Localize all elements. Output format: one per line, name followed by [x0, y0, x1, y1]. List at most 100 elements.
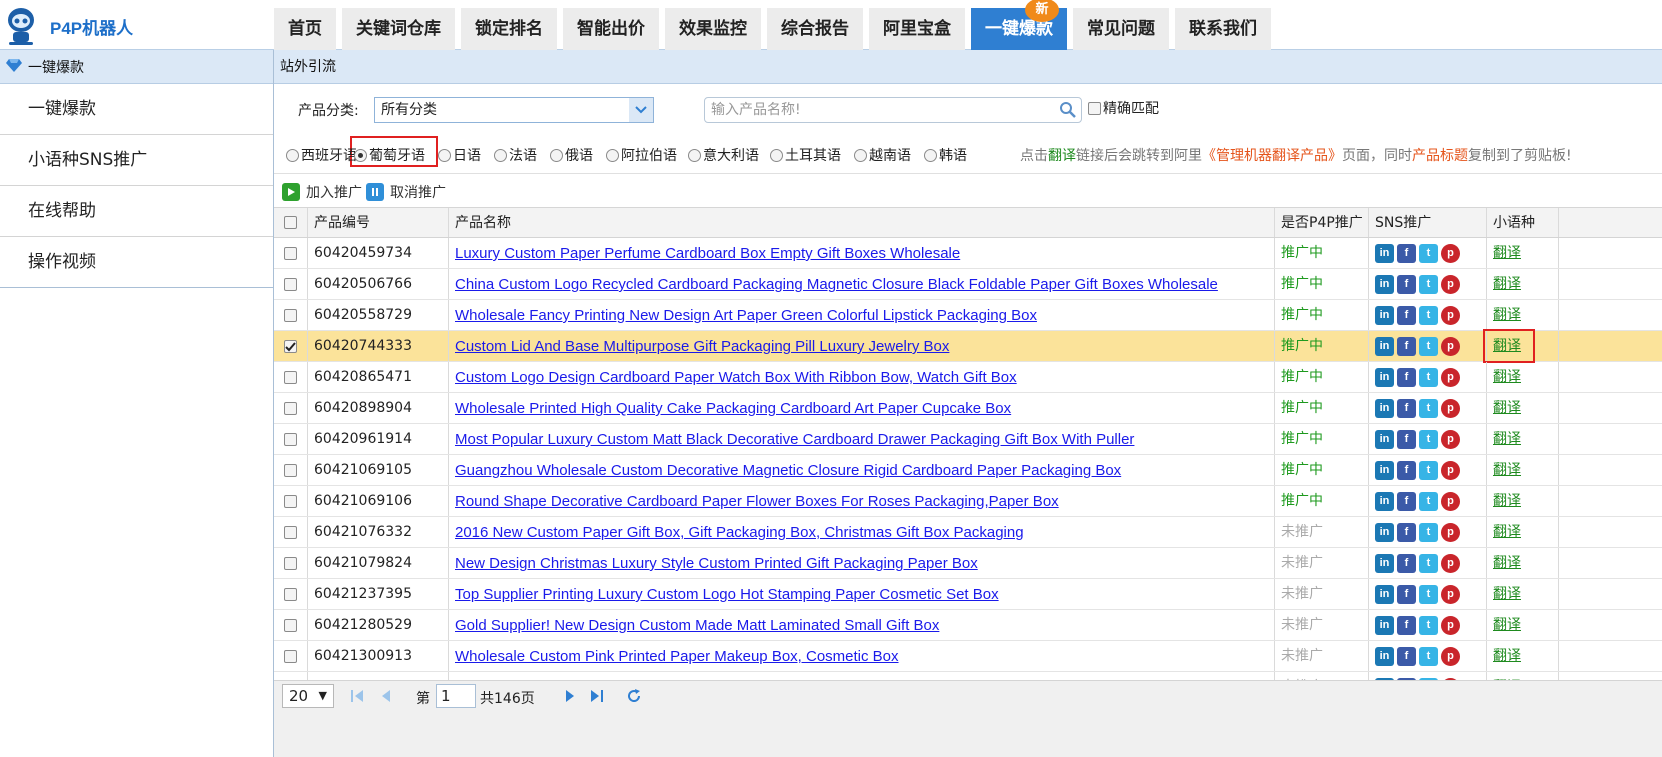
language-radio[interactable]: [688, 148, 701, 162]
language-radio[interactable]: [354, 148, 367, 162]
pinterest-icon[interactable]: p: [1441, 305, 1460, 325]
twitter-icon[interactable]: t: [1419, 398, 1438, 418]
row-checkbox-box[interactable]: [284, 308, 297, 322]
language-option[interactable]: 意大利语: [688, 145, 759, 165]
language-option[interactable]: 韩语: [924, 145, 967, 165]
language-radio[interactable]: [494, 148, 507, 162]
language-option[interactable]: 西班牙语: [286, 145, 357, 165]
table-row[interactable]: 60421237395 Top Supplier Printing Luxury …: [274, 579, 1662, 610]
nav-tab[interactable]: 阿里宝盒: [869, 8, 965, 50]
facebook-icon[interactable]: f: [1397, 646, 1416, 666]
row-checkbox-box[interactable]: [284, 556, 297, 570]
translate-link[interactable]: 翻译: [1493, 617, 1521, 633]
nav-tab[interactable]: 一键爆款新: [971, 0, 1067, 50]
translate-link[interactable]: 翻译: [1493, 245, 1521, 261]
linkedin-icon[interactable]: in: [1375, 553, 1394, 573]
translate-link[interactable]: 翻译: [1493, 648, 1521, 664]
product-name-link[interactable]: Top Supplier Printing Luxury Custom Logo…: [455, 586, 999, 603]
linkedin-icon[interactable]: in: [1375, 305, 1394, 325]
language-radio[interactable]: [550, 148, 563, 162]
twitter-icon[interactable]: t: [1419, 274, 1438, 294]
row-checkbox-box[interactable]: [284, 246, 297, 260]
linkedin-icon[interactable]: in: [1375, 336, 1394, 356]
row-checkbox-box[interactable]: [284, 401, 297, 415]
row-checkbox[interactable]: [274, 486, 308, 516]
select-all-box[interactable]: [284, 216, 297, 229]
table-row[interactable]: 60420744333 Custom Lid And Base Multipurp…: [274, 331, 1662, 362]
language-radio[interactable]: [286, 148, 299, 162]
page-size-select[interactable]: 20 ▼: [282, 684, 334, 708]
pinterest-icon[interactable]: p: [1441, 615, 1460, 635]
prev-page-icon[interactable]: [380, 688, 392, 708]
translate-link[interactable]: 翻译: [1493, 400, 1521, 416]
cancel-promotion-button[interactable]: 取消推广: [366, 182, 446, 202]
sidebar-item-hot-product[interactable]: 一键爆款: [0, 84, 273, 135]
language-radio[interactable]: [854, 148, 867, 162]
table-row[interactable]: 60421300913 Wholesale Custom Pink Printed…: [274, 641, 1662, 672]
pinterest-icon[interactable]: p: [1441, 460, 1460, 480]
translate-link[interactable]: 翻译: [1493, 493, 1521, 509]
facebook-icon[interactable]: f: [1397, 336, 1416, 356]
chevron-down-icon[interactable]: [629, 98, 653, 122]
pinterest-icon[interactable]: p: [1441, 646, 1460, 666]
table-row[interactable]: 60420459734 Luxury Custom Paper Perfume C…: [274, 238, 1662, 269]
twitter-icon[interactable]: t: [1419, 646, 1438, 666]
table-row[interactable]: 60421303750China Wholesale Customized Hi…: [274, 672, 1662, 680]
twitter-icon[interactable]: t: [1419, 491, 1438, 511]
twitter-icon[interactable]: t: [1419, 522, 1438, 542]
twitter-icon[interactable]: t: [1419, 553, 1438, 573]
product-name-link[interactable]: Guangzhou Wholesale Custom Decorative Ma…: [455, 462, 1121, 479]
column-header-translate[interactable]: 小语种: [1487, 208, 1559, 237]
translate-link[interactable]: 翻译: [1493, 276, 1521, 292]
exact-match-box[interactable]: [1088, 101, 1101, 115]
first-page-icon[interactable]: [350, 688, 364, 708]
nav-tab[interactable]: 关键词仓库: [342, 8, 455, 50]
row-checkbox[interactable]: [274, 579, 308, 609]
column-header-name[interactable]: 产品名称: [449, 208, 1275, 237]
product-name-link[interactable]: Wholesale Printed High Quality Cake Pack…: [455, 400, 1011, 417]
select-all-checkbox[interactable]: [274, 208, 308, 237]
row-checkbox[interactable]: [274, 548, 308, 578]
column-header-status[interactable]: 是否P4P推广: [1275, 208, 1369, 237]
table-row[interactable]: 60420558729 Wholesale Fancy Printing New …: [274, 300, 1662, 331]
pinterest-icon[interactable]: p: [1441, 336, 1460, 356]
sidebar-item-videos[interactable]: 操作视频: [0, 237, 273, 288]
product-name-link[interactable]: Round Shape Decorative Cardboard Paper F…: [455, 493, 1059, 510]
nav-tab[interactable]: 智能出价: [563, 8, 659, 50]
facebook-icon[interactable]: f: [1397, 584, 1416, 604]
twitter-icon[interactable]: t: [1419, 243, 1438, 263]
product-name-link[interactable]: New Design Christmas Luxury Style Custom…: [455, 555, 978, 572]
product-name-link[interactable]: Custom Logo Design Cardboard Paper Watch…: [455, 369, 1017, 386]
twitter-icon[interactable]: t: [1419, 460, 1438, 480]
twitter-icon[interactable]: t: [1419, 584, 1438, 604]
row-checkbox[interactable]: [274, 672, 308, 680]
row-checkbox[interactable]: [274, 455, 308, 485]
product-name-link[interactable]: Wholesale Custom Pink Printed Paper Make…: [455, 648, 899, 665]
translate-link[interactable]: 翻译: [1493, 586, 1521, 602]
linkedin-icon[interactable]: in: [1375, 460, 1394, 480]
linkedin-icon[interactable]: in: [1375, 646, 1394, 666]
facebook-icon[interactable]: f: [1397, 274, 1416, 294]
pinterest-icon[interactable]: p: [1441, 274, 1460, 294]
column-header-sns[interactable]: SNS推广: [1369, 208, 1487, 237]
linkedin-icon[interactable]: in: [1375, 584, 1394, 604]
language-radio[interactable]: [770, 148, 783, 162]
row-checkbox-box[interactable]: [284, 618, 297, 632]
nav-tab[interactable]: 综合报告: [767, 8, 863, 50]
nav-tab[interactable]: 常见问题: [1073, 8, 1169, 50]
table-row[interactable]: 60421079824 New Design Christmas Luxury S…: [274, 548, 1662, 579]
table-row[interactable]: 60421069106 Round Shape Decorative Cardbo…: [274, 486, 1662, 517]
table-row[interactable]: 60421076332 2016 New Custom Paper Gift Bo…: [274, 517, 1662, 548]
language-radio[interactable]: [606, 148, 619, 162]
row-checkbox-box[interactable]: [284, 432, 297, 446]
row-checkbox[interactable]: [274, 517, 308, 547]
product-name-link[interactable]: Wholesale Fancy Printing New Design Art …: [455, 307, 1037, 324]
language-option[interactable]: 俄语: [550, 145, 593, 165]
twitter-icon[interactable]: t: [1419, 615, 1438, 635]
row-checkbox-box[interactable]: [284, 370, 297, 384]
pinterest-icon[interactable]: p: [1441, 243, 1460, 263]
row-checkbox[interactable]: [274, 269, 308, 299]
table-row[interactable]: 60420506766 China Custom Logo Recycled Ca…: [274, 269, 1662, 300]
translate-link[interactable]: 翻译: [1493, 462, 1521, 478]
facebook-icon[interactable]: f: [1397, 522, 1416, 542]
